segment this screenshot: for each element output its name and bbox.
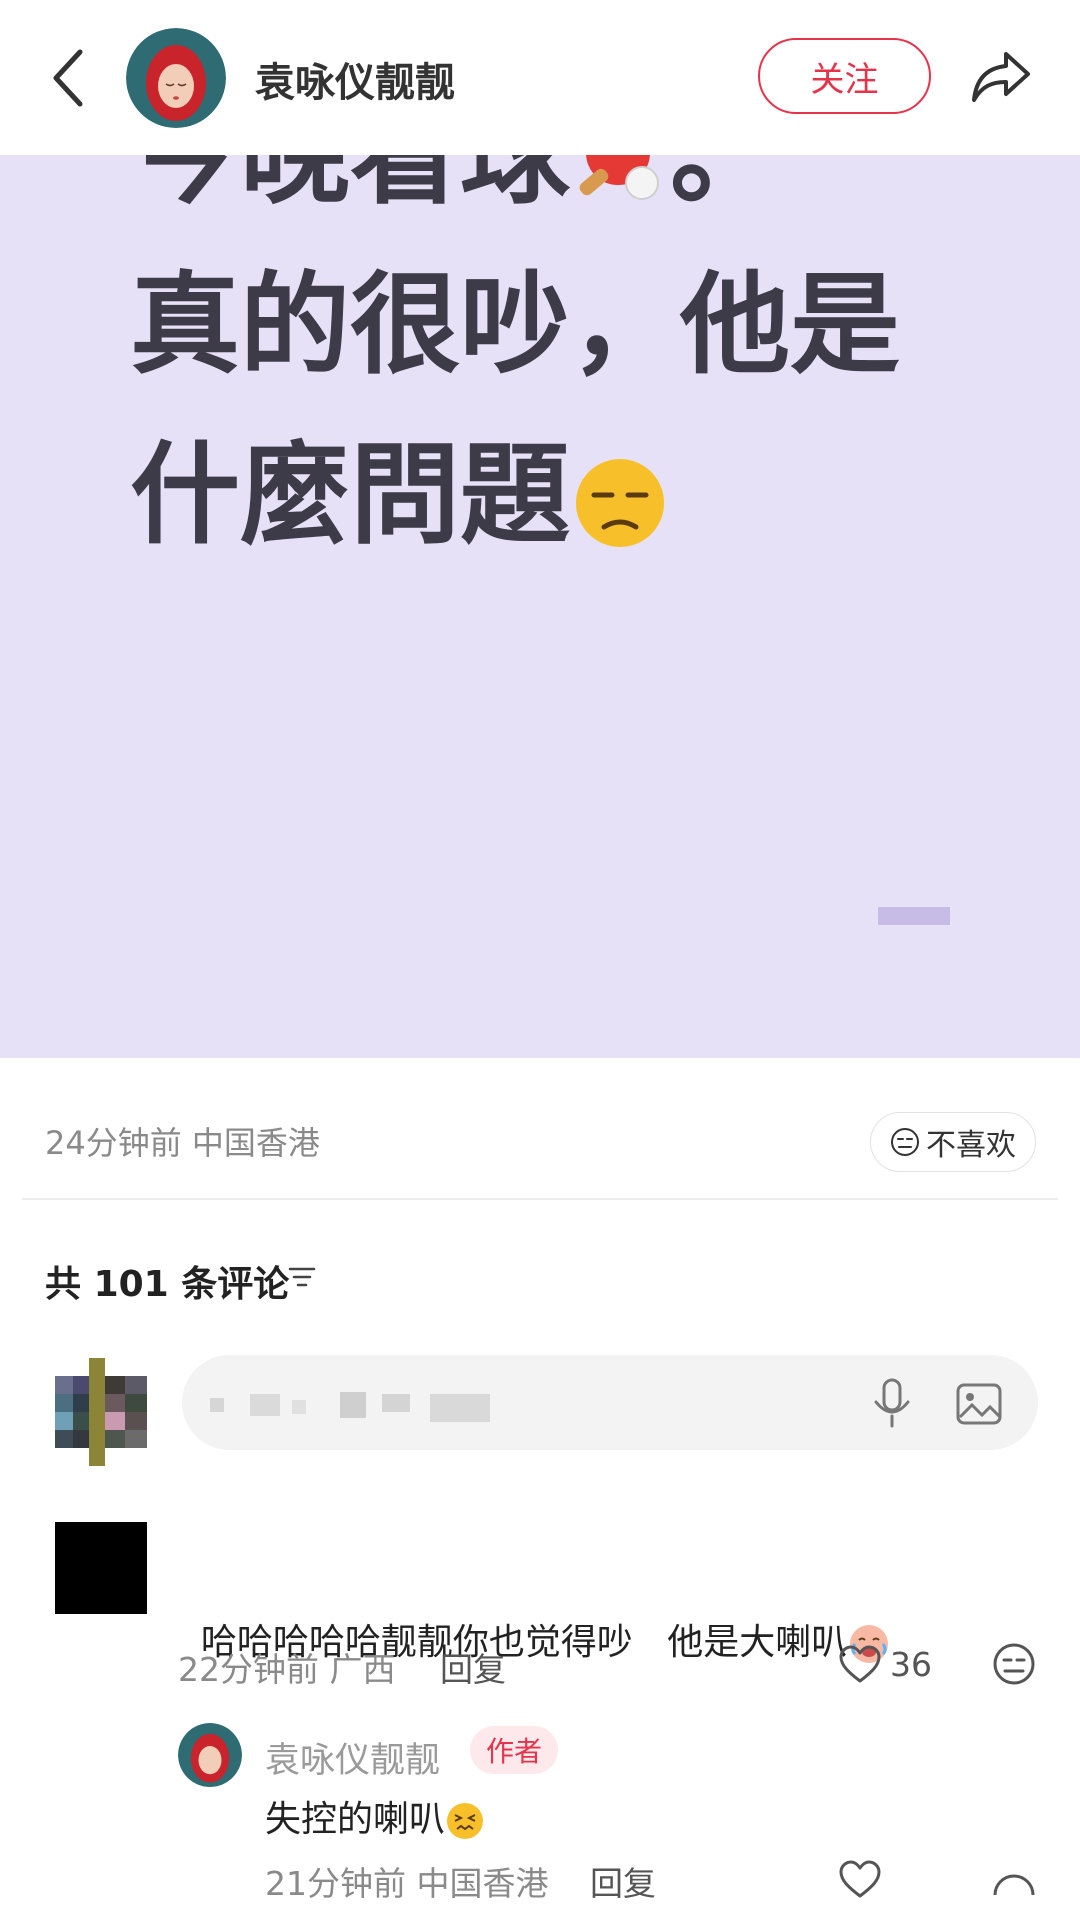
watermark-block	[878, 907, 950, 925]
reply-button[interactable]: 回复	[440, 1643, 506, 1691]
confounded-face-icon	[447, 1803, 484, 1839]
author-name[interactable]: 袁咏仪靓靓	[255, 50, 455, 108]
comments-count: 共 101 条评论	[45, 1264, 290, 1305]
neutral-face-icon[interactable]	[992, 1642, 1036, 1686]
follow-button[interactable]: 关注	[758, 38, 931, 114]
neutral-face-icon[interactable]	[992, 1855, 1036, 1899]
reply-button[interactable]: 回复	[590, 1857, 656, 1905]
image-icon[interactable]	[956, 1383, 1002, 1425]
reply-author-avatar[interactable]	[178, 1723, 242, 1787]
unamused-face-icon	[576, 458, 664, 547]
heart-icon[interactable]	[838, 1860, 882, 1900]
reply-author-name[interactable]: 袁咏仪靓靓	[265, 1732, 440, 1783]
my-avatar	[55, 1358, 147, 1466]
like-count: 36	[890, 1645, 932, 1684]
post-text-line: 什麼問題	[130, 440, 670, 553]
neutral-face-icon	[891, 1128, 919, 1156]
post-text-line: 今晚看球 。	[130, 155, 780, 213]
comment-meta: 22分钟前 广西	[178, 1650, 396, 1689]
blurred-placeholder	[210, 1392, 490, 1422]
share-icon[interactable]	[970, 46, 1032, 106]
commenter-avatar[interactable]	[55, 1522, 147, 1614]
dislike-button[interactable]: 不喜欢	[870, 1112, 1036, 1172]
ping-pong-icon	[579, 155, 659, 200]
sort-icon[interactable]	[287, 1264, 317, 1290]
reply-text: 失控的喇叭	[265, 1790, 485, 1842]
divider	[22, 1198, 1058, 1200]
author-avatar[interactable]	[126, 28, 226, 128]
author-badge: 作者	[470, 1726, 558, 1774]
reply-meta: 21分钟前 中国香港	[265, 1864, 549, 1903]
back-icon[interactable]	[48, 46, 88, 110]
post-meta: 24分钟前 中国香港	[45, 1124, 320, 1162]
microphone-icon[interactable]	[870, 1378, 914, 1430]
post-image[interactable]: 今晚看球 。 真的很吵，他是 什麼問題	[0, 155, 1080, 1058]
post-text-line: 真的很吵，他是	[130, 261, 900, 389]
heart-icon[interactable]	[838, 1645, 882, 1685]
top-bar: 袁咏仪靓靓 关注	[0, 0, 1080, 155]
